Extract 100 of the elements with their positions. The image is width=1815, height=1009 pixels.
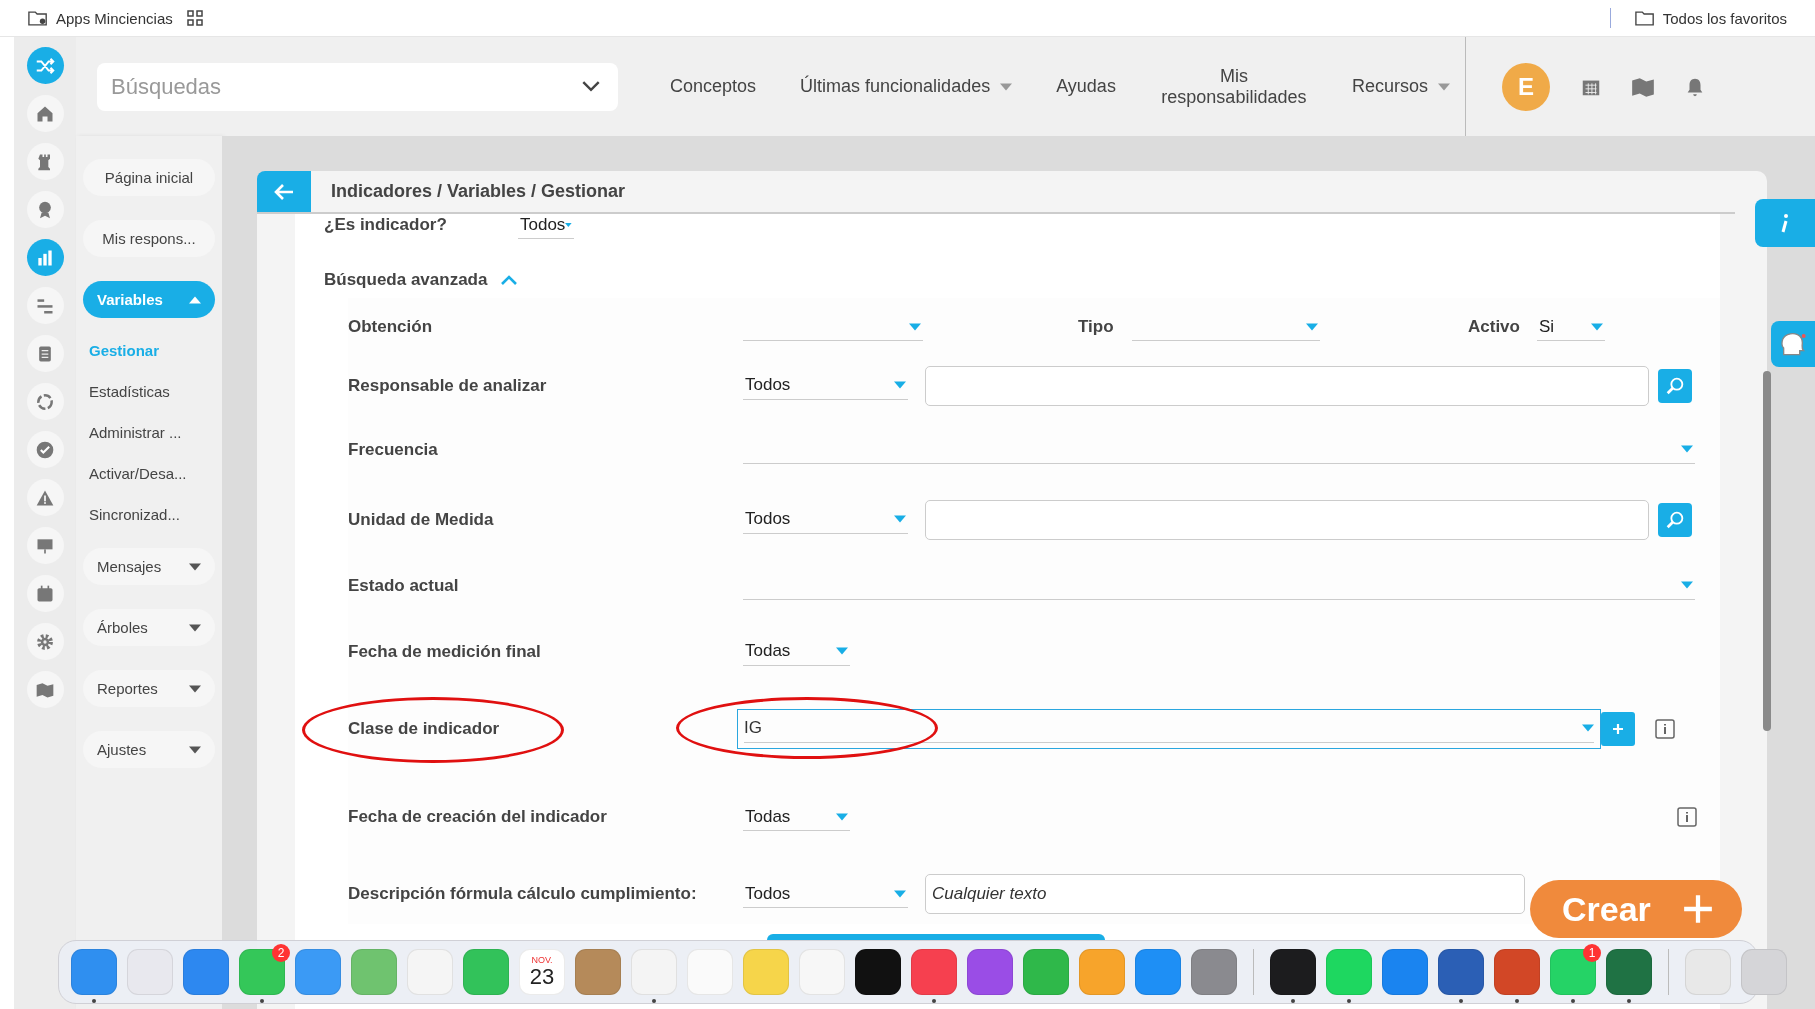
sidebar-subitem[interactable]: Estadísticas — [89, 383, 209, 401]
settings-icon — [35, 631, 55, 652]
sidebar-item[interactable]: Página inicial — [83, 159, 215, 196]
app-icon[interactable]: NOV. 23 — [519, 949, 565, 995]
caret-icon — [1591, 322, 1603, 331]
sidebar-subitem[interactable]: Sincronizad... — [89, 506, 209, 524]
shuffle-logo-button[interactable] — [26, 47, 64, 84]
rail-button[interactable] — [26, 671, 64, 708]
dropdown[interactable]: Todos — [743, 505, 908, 534]
sidebar-group[interactable]: Ajustes — [83, 731, 215, 768]
sidebar-group[interactable]: Reportes — [83, 670, 215, 707]
caret-icon — [1681, 445, 1693, 453]
dropdown[interactable]: Si — [1537, 313, 1605, 341]
app-icon[interactable] — [855, 949, 901, 995]
calendar-day: 23 — [529, 965, 555, 989]
dropdown[interactable]: Todas — [743, 637, 850, 666]
rail-button[interactable] — [26, 95, 64, 132]
assistant-button[interactable] — [1771, 321, 1815, 367]
nav-link[interactable]: Ayudas — [1056, 76, 1116, 97]
add-button[interactable] — [1601, 711, 1635, 746]
bookmark-link[interactable]: Apps Minciencias — [56, 9, 173, 27]
field-label: Estado actual — [348, 575, 460, 596]
rail-button[interactable] — [26, 575, 64, 612]
field-label: Clase de indicador — [348, 718, 501, 739]
info-tab[interactable] — [1755, 199, 1815, 247]
caret-icon — [1437, 82, 1450, 91]
combo-field[interactable]: IG — [737, 708, 1601, 749]
search-field[interactable]: Búsquedas — [97, 62, 618, 111]
sidebar-group[interactable]: Árboles — [83, 609, 215, 646]
nav-link[interactable]: Conceptos — [670, 76, 757, 97]
caret-icon — [894, 515, 906, 523]
dropdown[interactable]: Todos — [743, 371, 908, 400]
search-button[interactable] — [1658, 368, 1692, 403]
field-label: Tipo — [1078, 317, 1115, 337]
search-button[interactable] — [1658, 502, 1692, 537]
nav-link[interactable]: Últimas funcionalidades — [800, 76, 1013, 97]
field-label: ¿Es indicador? — [324, 215, 448, 235]
dropdown[interactable]: Todos — [743, 880, 908, 908]
cycle-icon — [35, 391, 55, 412]
dropdown[interactable]: Todos — [518, 211, 574, 239]
section-title: Búsqueda avanzada — [324, 270, 488, 290]
folder-icon — [1634, 9, 1655, 27]
field-label: Fecha de medición final — [348, 641, 542, 662]
sidebar-group[interactable]: Mensajes — [83, 548, 215, 585]
dropdown-value: Todos — [745, 375, 791, 395]
dropdown[interactable]: Todas — [743, 803, 850, 831]
grid-icon[interactable] — [186, 10, 203, 26]
info-icon[interactable] — [1655, 718, 1675, 739]
calendar-icon — [35, 583, 55, 604]
app-icon[interactable] — [1270, 949, 1316, 995]
caret-down-icon — [189, 562, 201, 571]
text-field[interactable] — [925, 365, 1649, 406]
app-icon[interactable] — [1438, 949, 1484, 995]
rail-button[interactable] — [26, 383, 64, 420]
rail-button[interactable] — [26, 335, 64, 372]
collapse-button[interactable] — [501, 275, 518, 285]
field-label: Frecuencia — [348, 439, 439, 460]
nav-link[interactable]: Mis responsabilidades — [1159, 65, 1308, 108]
check-circle-icon — [35, 439, 55, 460]
notification-badge: 2 — [272, 944, 290, 962]
caret-icon — [894, 381, 906, 389]
rail-button[interactable] — [26, 527, 64, 564]
text-field[interactable]: Cualquier texto — [925, 874, 1525, 914]
rail-button[interactable] — [26, 287, 64, 324]
caret-icon — [1582, 724, 1594, 732]
dropdown-value: Todos — [520, 214, 566, 235]
nav-link[interactable]: Recursos — [1351, 76, 1450, 97]
bookmark-link[interactable]: Todos los favoritos — [1662, 9, 1787, 27]
caret-down-icon — [189, 623, 201, 632]
field-label: Unidad de Medida — [348, 509, 495, 530]
rail-button[interactable] — [26, 143, 64, 180]
back-button[interactable] — [257, 171, 311, 212]
chevron-up-icon — [501, 275, 518, 285]
plus-icon — [1682, 893, 1714, 925]
caret-icon — [1306, 322, 1318, 331]
sidebar-subitem[interactable]: Activar/Desa... — [89, 465, 209, 483]
sidebar-item[interactable]: Mis respons... — [83, 220, 215, 257]
rail-button[interactable] — [26, 479, 64, 516]
caret-down-icon — [189, 684, 201, 693]
rail-button[interactable] — [26, 623, 64, 660]
field-value: IG — [744, 718, 762, 738]
dropdown-value: Todas — [745, 806, 791, 827]
field-label: Responsable de analizar — [348, 375, 548, 396]
caret-icon — [1681, 581, 1693, 589]
scrollbar[interactable] — [1763, 371, 1771, 731]
dropdown-value: Todos — [745, 883, 791, 904]
rail-button[interactable] — [26, 239, 64, 276]
rail-button[interactable] — [26, 431, 64, 468]
text-field[interactable] — [925, 499, 1649, 540]
dropdown-value: Si — [1539, 316, 1555, 337]
field-label: Obtención — [348, 317, 434, 337]
sidebar-subitem[interactable]: Administrar ... — [89, 424, 209, 442]
field-label: Fecha de creación del indicador — [348, 807, 608, 827]
info-icon — [1780, 212, 1790, 234]
caret-icon — [909, 322, 921, 331]
caret-icon — [894, 889, 906, 898]
dropdown-value: Todas — [745, 641, 791, 661]
rail-button[interactable] — [26, 191, 64, 228]
caret-icon — [565, 220, 572, 229]
info-icon[interactable] — [1677, 807, 1697, 827]
